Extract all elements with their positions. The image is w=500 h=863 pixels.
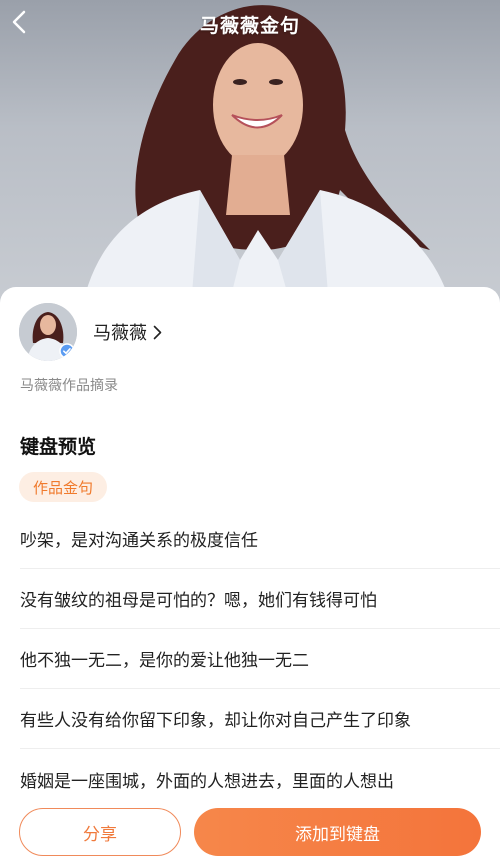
quote-list: 吵架，是对沟通关系的极度信任 没有皱纹的祖母是可怕的？嗯，她们有钱得可怕 他不独… (0, 509, 500, 829)
category-tag[interactable]: 作品金句 (19, 472, 108, 502)
author-name: 马薇薇 (93, 319, 162, 345)
page-title: 马薇薇金句 (199, 15, 300, 37)
share-button[interactable]: 分享 (19, 808, 181, 856)
quote-item[interactable]: 吵架，是对沟通关系的极度信任 (20, 509, 500, 569)
chevron-right-icon (153, 325, 162, 339)
add-to-keyboard-button[interactable]: 添加到键盘 (194, 808, 481, 856)
author-subtitle: 马薇薇作品摘录 (20, 378, 118, 394)
verified-badge-icon (59, 343, 75, 359)
portrait-image (80, 5, 455, 320)
quote-item[interactable]: 有些人没有给你留下印象，却让你对自己产生了印象 (20, 689, 500, 749)
quote-item[interactable]: 他不独一无二，是你的爱让他独一无二 (20, 629, 500, 689)
quote-item[interactable]: 没有皱纹的祖母是可怕的？嗯，她们有钱得可怕 (20, 569, 500, 629)
author-name-text: 马薇薇 (93, 323, 147, 344)
section-title: 键盘预览 (20, 436, 97, 458)
content-sheet: 马薇薇 马薇薇作品摘录 键盘预览 作品金句 吵架，是对沟通关系的极度信任 没有皱… (0, 287, 500, 863)
hero-photo: 马薇薇金句 (0, 0, 500, 320)
author-link[interactable]: 马薇薇 (19, 303, 162, 361)
avatar (19, 303, 77, 361)
bottom-action-bar: 分享 添加到键盘 (0, 796, 500, 863)
